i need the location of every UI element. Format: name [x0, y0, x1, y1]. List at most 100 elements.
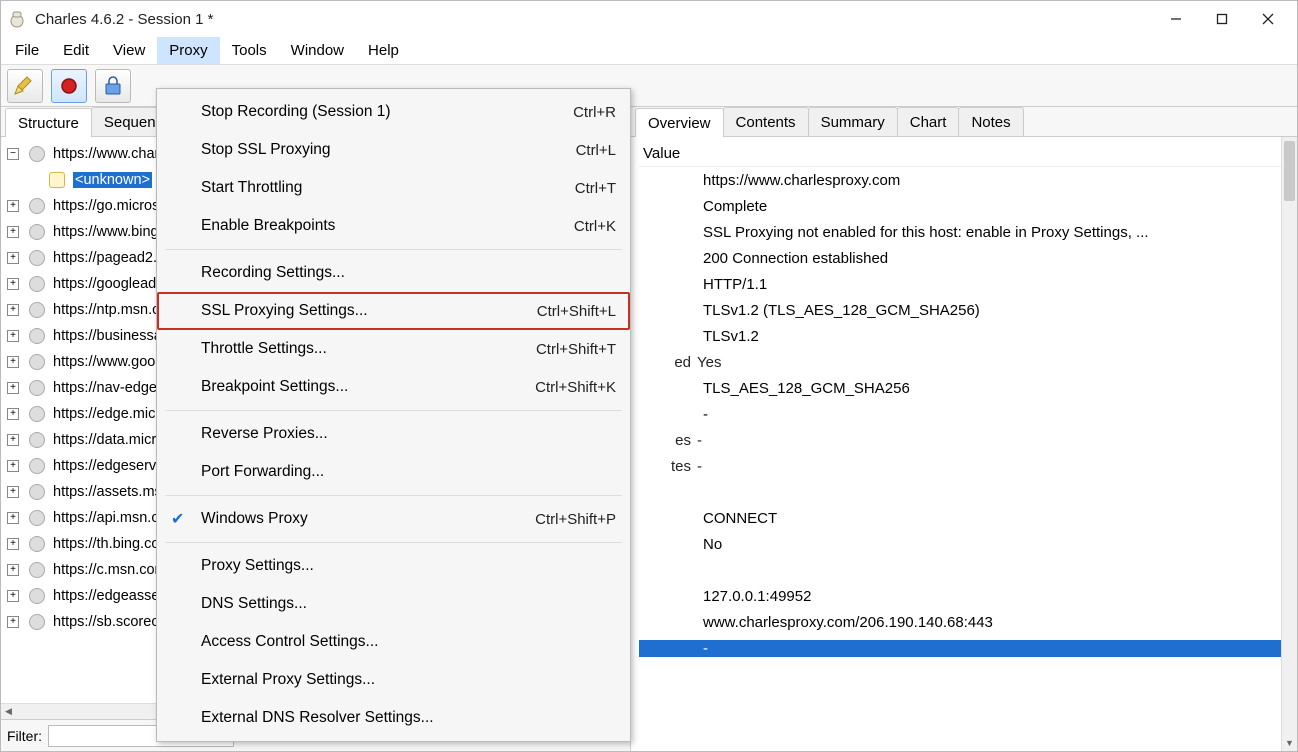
detail-row[interactable]: es- [639, 427, 1297, 453]
globe-icon [29, 536, 45, 552]
detail-value: TLS_AES_128_GCM_SHA256 [639, 380, 1297, 397]
menu-separator [165, 410, 622, 411]
expand-icon[interactable]: + [7, 330, 19, 342]
expand-icon[interactable]: + [7, 356, 19, 368]
menu-separator [165, 495, 622, 496]
menu-item-shortcut: Ctrl+L [576, 142, 616, 159]
expand-icon[interactable]: + [7, 538, 19, 550]
detail-row[interactable] [639, 479, 1297, 505]
expand-icon[interactable]: + [7, 460, 19, 472]
globe-icon [29, 484, 45, 500]
detail-value: Complete [639, 198, 1297, 215]
close-button[interactable] [1245, 3, 1291, 35]
menu-item-recording-settings[interactable]: Recording Settings... [157, 254, 630, 292]
menu-item-port-forwarding[interactable]: Port Forwarding... [157, 453, 630, 491]
menu-item-help[interactable]: Help [356, 37, 411, 64]
detail-row[interactable]: https://www.charlesproxy.com [639, 167, 1297, 193]
detail-row[interactable]: www.charlesproxy.com/206.190.140.68:443 [639, 609, 1297, 635]
detail-row[interactable] [639, 557, 1297, 583]
expand-icon[interactable]: + [7, 486, 19, 498]
tab-contents[interactable]: Contents [723, 107, 809, 136]
expand-icon[interactable]: + [7, 564, 19, 576]
menu-item-ssl-proxying-settings[interactable]: SSL Proxying Settings...Ctrl+Shift+L [157, 292, 630, 330]
menu-item-shortcut: Ctrl+Shift+P [535, 511, 616, 528]
menu-item-access-control-settings[interactable]: Access Control Settings... [157, 623, 630, 661]
detail-row[interactable]: HTTP/1.1 [639, 271, 1297, 297]
detail-row[interactable]: 200 Connection established [639, 245, 1297, 271]
detail-value: - [697, 458, 1297, 475]
globe-icon [29, 380, 45, 396]
detail-row[interactable]: No [639, 531, 1297, 557]
ssl-button[interactable] [95, 69, 131, 103]
menu-item-throttle-settings[interactable]: Throttle Settings...Ctrl+Shift+T [157, 330, 630, 368]
expand-icon[interactable]: + [7, 512, 19, 524]
detail-header: Value [639, 145, 1297, 162]
detail-row[interactable]: TLS_AES_128_GCM_SHA256 [639, 375, 1297, 401]
scroll-thumb[interactable] [1284, 141, 1295, 201]
globe-icon [29, 406, 45, 422]
menu-item-proxy[interactable]: Proxy [157, 37, 219, 64]
menu-item-label: External DNS Resolver Settings... [201, 709, 434, 727]
expand-icon[interactable]: + [7, 200, 19, 212]
detail-row[interactable]: CONNECT [639, 505, 1297, 531]
expand-icon[interactable]: + [7, 408, 19, 420]
minimize-button[interactable] [1153, 3, 1199, 35]
menu-item-windows-proxy[interactable]: ✔Windows ProxyCtrl+Shift+P [157, 500, 630, 538]
detail-row[interactable]: - [639, 635, 1297, 661]
menu-item-label: Stop Recording (Session 1) [201, 103, 391, 121]
broom-button[interactable] [7, 69, 43, 103]
menu-item-edit[interactable]: Edit [51, 37, 101, 64]
expand-icon[interactable]: + [7, 616, 19, 628]
detail-value: SSL Proxying not enabled for this host: … [639, 224, 1297, 241]
menu-item-reverse-proxies[interactable]: Reverse Proxies... [157, 415, 630, 453]
globe-icon [29, 432, 45, 448]
scroll-down-icon[interactable]: ▼ [1282, 735, 1297, 751]
menu-item-start-throttling[interactable]: Start ThrottlingCtrl+T [157, 169, 630, 207]
expand-icon[interactable]: + [7, 252, 19, 264]
detail-row[interactable]: - [639, 401, 1297, 427]
detail-value: Yes [697, 354, 1297, 371]
menu-item-window[interactable]: Window [279, 37, 356, 64]
detail-value: CONNECT [639, 510, 1297, 527]
tab-chart[interactable]: Chart [897, 107, 960, 136]
menu-item-external-proxy-settings[interactable]: External Proxy Settings... [157, 661, 630, 699]
menu-item-stop-ssl-proxying[interactable]: Stop SSL ProxyingCtrl+L [157, 131, 630, 169]
tab-summary[interactable]: Summary [808, 107, 898, 136]
menu-item-proxy-settings[interactable]: Proxy Settings... [157, 547, 630, 585]
collapse-icon[interactable]: − [7, 148, 19, 160]
menu-item-stop-recording-session-1[interactable]: Stop Recording (Session 1)Ctrl+R [157, 93, 630, 131]
detail-value: - [639, 640, 1297, 657]
maximize-button[interactable] [1199, 3, 1245, 35]
menu-item-tools[interactable]: Tools [220, 37, 279, 64]
expand-icon[interactable]: + [7, 590, 19, 602]
detail-row[interactable]: tes- [639, 453, 1297, 479]
detail-row[interactable]: TLSv1.2 [639, 323, 1297, 349]
detail-row[interactable]: SSL Proxying not enabled for this host: … [639, 219, 1297, 245]
menu-item-enable-breakpoints[interactable]: Enable BreakpointsCtrl+K [157, 207, 630, 245]
menu-item-file[interactable]: File [3, 37, 51, 64]
menu-item-external-dns-resolver-settings[interactable]: External DNS Resolver Settings... [157, 699, 630, 737]
detail-row[interactable]: Complete [639, 193, 1297, 219]
detail-panel: Value https://www.charlesproxy.com Comple… [631, 137, 1297, 751]
record-button[interactable] [51, 69, 87, 103]
menu-item-breakpoint-settings[interactable]: Breakpoint Settings...Ctrl+Shift+K [157, 368, 630, 406]
tab-notes[interactable]: Notes [958, 107, 1023, 136]
menu-item-view[interactable]: View [101, 37, 157, 64]
detail-row[interactable]: edYes [639, 349, 1297, 375]
expand-icon[interactable]: + [7, 278, 19, 290]
tab-structure[interactable]: Structure [5, 108, 92, 137]
filter-label: Filter: [7, 728, 42, 744]
menu-item-label: Breakpoint Settings... [201, 378, 348, 396]
menubar: FileEditViewProxyToolsWindowHelp [1, 37, 1297, 65]
menu-item-label: DNS Settings... [201, 595, 307, 613]
detail-row[interactable]: 127.0.0.1:49952 [639, 583, 1297, 609]
expand-icon[interactable]: + [7, 434, 19, 446]
expand-icon[interactable]: + [7, 304, 19, 316]
detail-row[interactable]: TLSv1.2 (TLS_AES_128_GCM_SHA256) [639, 297, 1297, 323]
tab-overview[interactable]: Overview [635, 108, 724, 137]
detail-v-scrollbar[interactable]: ▲ ▼ [1281, 137, 1297, 751]
expand-icon[interactable]: + [7, 226, 19, 238]
menu-item-dns-settings[interactable]: DNS Settings... [157, 585, 630, 623]
globe-icon [29, 458, 45, 474]
expand-icon[interactable]: + [7, 382, 19, 394]
